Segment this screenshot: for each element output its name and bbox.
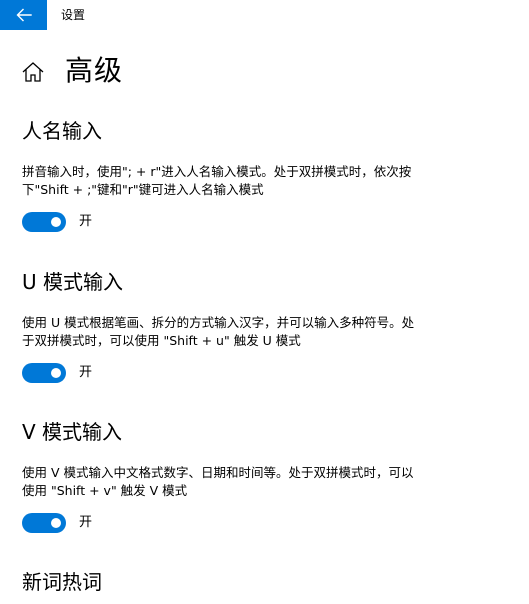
section-description: 拼音输入时，使用"; + r"进入人名输入模式。处于双拼模式时，依次按 下"Sh… [22, 163, 492, 199]
toggle-knob [51, 217, 61, 227]
toggle-knob [51, 518, 61, 528]
u-mode-toggle[interactable] [22, 363, 66, 383]
section-new-hot-words: 新词热词 [0, 569, 529, 604]
description-line: 拼音输入时，使用"; + r"进入人名输入模式。处于双拼模式时，依次按 [22, 164, 412, 179]
section-description: 使用 U 模式根据笔画、拆分的方式输入汉字，并可以输入多种符号。处 于双拼模式时… [22, 314, 492, 350]
page-title: 高级 [65, 54, 124, 87]
toggle-knob [51, 368, 61, 378]
section-title: V 模式输入 [22, 420, 123, 444]
description-line: 于双拼模式时，可以使用 "Shift + u" 触发 U 模式 [22, 333, 301, 348]
section-v-mode-input: V 模式输入 使用 V 模式输入中文格式数字、日期和时间等。处于双拼模式时，可以… [0, 419, 529, 539]
back-button[interactable] [0, 0, 47, 30]
section-u-mode-input: U 模式输入 使用 U 模式根据笔画、拆分的方式输入汉字，并可以输入多种符号。处… [0, 269, 529, 389]
page-header: 高级 [0, 50, 529, 94]
toggle-state-label: 开 [79, 214, 93, 229]
description-line: 使用 "Shift + v" 触发 V 模式 [22, 483, 188, 498]
v-mode-toggle[interactable] [22, 513, 66, 533]
description-line: 使用 U 模式根据笔画、拆分的方式输入汉字，并可以输入多种符号。处 [22, 315, 415, 330]
toggle-row: 开 [22, 212, 92, 232]
arrow-left-icon [16, 8, 32, 22]
section-title: U 模式输入 [22, 270, 123, 294]
toggle-row: 开 [22, 363, 92, 383]
window-title: 设置 [61, 8, 86, 22]
toggle-state-label: 开 [79, 515, 93, 530]
toggle-row: 开 [22, 513, 92, 533]
section-name-input: 人名输入 拼音输入时，使用"; + r"进入人名输入模式。处于双拼模式时，依次按… [0, 118, 529, 238]
home-icon[interactable] [21, 61, 45, 83]
section-description: 使用 V 模式输入中文格式数字、日期和时间等。处于双拼模式时，可以 使用 "Sh… [22, 464, 492, 500]
name-input-toggle[interactable] [22, 212, 66, 232]
section-title: 人名输入 [22, 119, 102, 143]
toggle-state-label: 开 [79, 365, 93, 380]
title-bar: 设置 [0, 0, 529, 30]
description-line: 使用 V 模式输入中文格式数字、日期和时间等。处于双拼模式时，可以 [22, 465, 414, 480]
section-title: 新词热词 [22, 570, 102, 594]
description-line: 下"Shift + ;"键和"r"键可进入人名输入模式 [22, 182, 264, 197]
